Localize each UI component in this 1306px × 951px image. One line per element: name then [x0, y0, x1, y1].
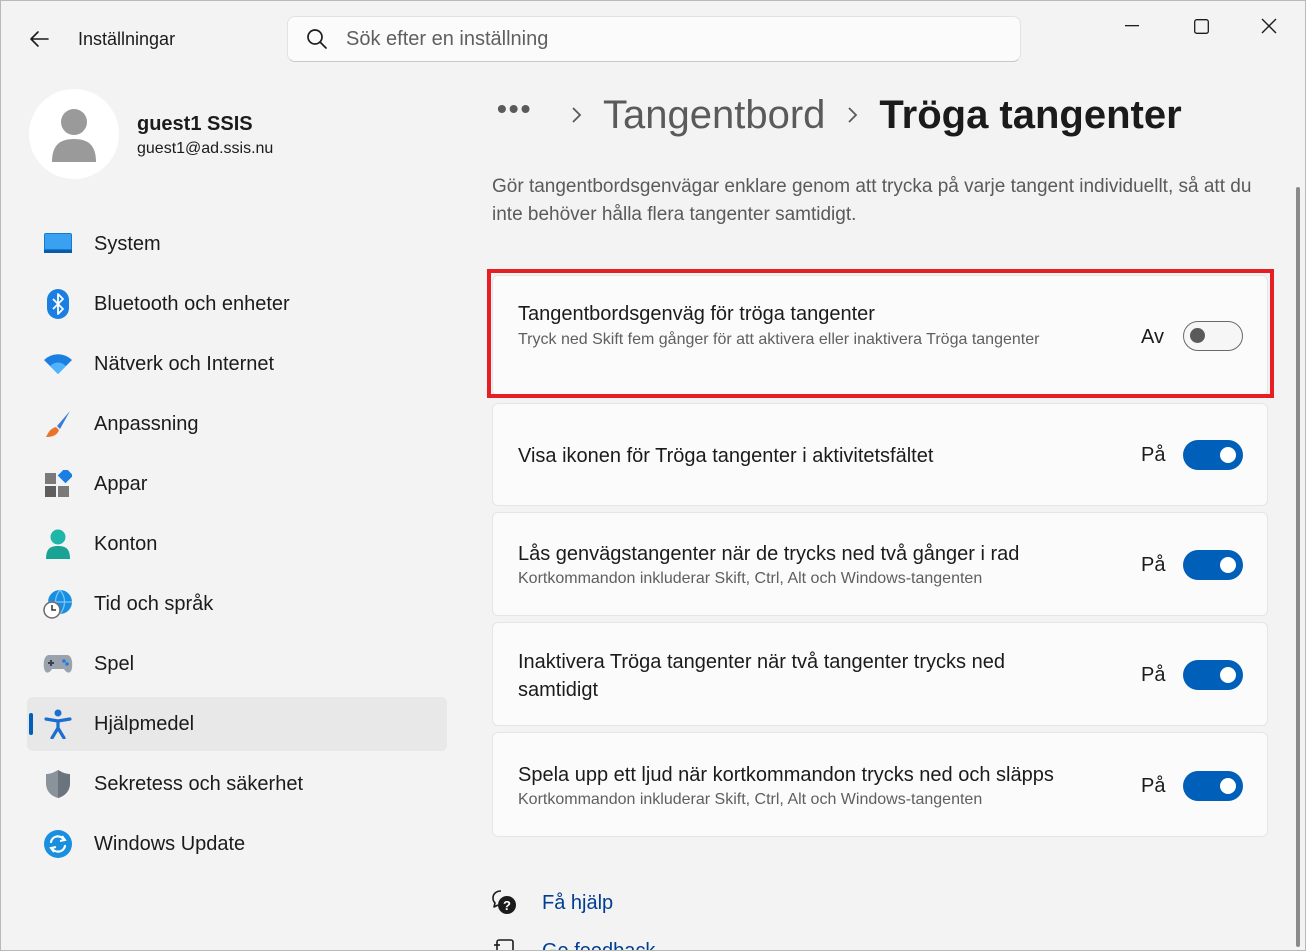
search-input[interactable] [346, 27, 1020, 51]
sidebar-item-time-language[interactable]: Tid och språk [27, 577, 447, 631]
feedback-link[interactable]: Ge feedback [491, 937, 655, 950]
sidebar-item-apps[interactable]: Appar [27, 457, 447, 511]
update-icon [43, 829, 73, 859]
sidebar-item-label: Konton [94, 532, 158, 555]
setting-title: Visa ikonen för Tröga tangenter i aktivi… [518, 445, 934, 467]
highlight-box [487, 269, 1274, 398]
gamepad-icon [43, 649, 73, 679]
help-chat-icon: ? [492, 890, 516, 914]
sidebar-item-gaming[interactable]: Spel [27, 637, 447, 691]
get-help-label[interactable]: Få hjälp [542, 892, 613, 915]
sidebar-item-label: Sekretess och säkerhet [94, 772, 303, 795]
accessibility-icon [43, 709, 73, 739]
sidebar-item-label: Hjälpmedel [94, 712, 195, 735]
setting-card-disable-two-keys: Inaktivera Tröga tangenter när två tange… [492, 622, 1268, 726]
breadcrumb-parent[interactable]: Tangentbord [603, 93, 825, 138]
setting-title: Inaktivera Tröga tangenter när två tange… [518, 651, 1005, 701]
page-title: Tröga tangenter [879, 92, 1182, 137]
user-email: guest1@ad.ssis.nu [137, 140, 274, 157]
show-icon-toggle[interactable] [1183, 440, 1243, 470]
setting-card-play-sound: Spela upp ett ljud när kortkommandon try… [492, 732, 1268, 837]
feedback-label[interactable]: Ge feedback [542, 940, 655, 951]
toggle-state-label: På [1141, 775, 1166, 797]
sidebar-item-bluetooth[interactable]: Bluetooth och enheter [27, 277, 447, 331]
page-description: Gör tangentbordsgenvägar enklare genom a… [492, 176, 1252, 225]
sidebar-item-personalization[interactable]: Anpassning [27, 397, 447, 451]
toggle-state-label: På [1141, 444, 1166, 466]
sidebar-item-label: Anpassning [94, 412, 199, 435]
toggle-knob [1220, 557, 1236, 573]
chevron-right-icon [825, 106, 879, 124]
maximize-button[interactable] [1167, 1, 1235, 51]
sidebar-item-windows-update[interactable]: Windows Update [27, 817, 447, 871]
disable-two-keys-toggle[interactable] [1183, 660, 1243, 690]
wifi-icon [43, 349, 73, 379]
user-name: guest1 SSIS [137, 113, 253, 135]
lock-keys-toggle[interactable] [1183, 550, 1243, 580]
toggle-knob [1220, 778, 1236, 794]
search-box[interactable] [287, 16, 1021, 62]
sidebar-item-system[interactable]: System [27, 217, 447, 271]
sidebar-item-label: Tid och språk [94, 592, 214, 615]
minimize-button[interactable] [1098, 1, 1166, 51]
monitor-icon [43, 229, 73, 259]
chevron-right-icon [549, 106, 603, 124]
app-title: Inställningar [78, 29, 176, 49]
shield-icon [43, 769, 73, 799]
globe-clock-icon [43, 589, 73, 619]
svg-text:?: ? [503, 898, 511, 913]
breadcrumb: ••• Tangentbord Tröga tangenter [497, 87, 1182, 143]
sidebar-item-label: System [94, 232, 161, 255]
close-button[interactable] [1235, 1, 1303, 51]
sidebar-item-privacy[interactable]: Sekretess och säkerhet [27, 757, 447, 811]
sidebar-item-label: Windows Update [94, 832, 246, 855]
setting-title: Spela upp ett ljud när kortkommandon try… [518, 764, 1054, 786]
sidebar-item-accounts[interactable]: Konton [27, 517, 447, 571]
setting-subtitle: Kortkommandon inkluderar Skift, Ctrl, Al… [518, 791, 983, 808]
search-icon [288, 16, 346, 62]
avatar[interactable] [29, 89, 119, 179]
sidebar-item-label: Bluetooth och enheter [94, 292, 290, 315]
user-silhouette-icon [52, 109, 96, 162]
setting-card-show-icon: Visa ikonen för Tröga tangenter i aktivi… [492, 403, 1268, 506]
settings-window: Inställningar guest1 SSIS guest1@ad [0, 0, 1306, 951]
sidebar-item-label: Appar [94, 472, 148, 495]
minimize-icon [1125, 25, 1139, 27]
get-help-link[interactable]: ? Få hjälp [491, 889, 613, 917]
sidebar-nav: System Bluetooth och enheter Nätverk och… [27, 217, 447, 877]
sidebar-item-accessibility[interactable]: Hjälpmedel [27, 697, 447, 751]
toggle-knob [1220, 447, 1236, 463]
setting-title: Lås genvägstangenter när de trycks ned t… [518, 543, 1020, 565]
setting-card-lock-keys: Lås genvägstangenter när de trycks ned t… [492, 512, 1268, 616]
bluetooth-icon [43, 289, 73, 319]
maximize-icon [1193, 18, 1209, 34]
sidebar-item-network[interactable]: Nätverk och Internet [27, 337, 447, 391]
toggle-state-label: På [1141, 664, 1166, 686]
play-sound-toggle[interactable] [1183, 771, 1243, 801]
scrollbar[interactable] [1296, 187, 1300, 947]
back-button[interactable] [19, 21, 59, 57]
close-icon [1261, 18, 1277, 34]
setting-subtitle: Kortkommandon inkluderar Skift, Ctrl, Al… [518, 570, 983, 587]
back-arrow-icon [30, 31, 49, 47]
title-bar: Inställningar [1, 1, 1305, 79]
sidebar-item-label: Nätverk och Internet [94, 352, 275, 375]
toggle-knob [1220, 667, 1236, 683]
feedback-icon [494, 939, 514, 950]
toggle-state-label: På [1141, 554, 1166, 576]
breadcrumb-more-button[interactable]: ••• [497, 93, 549, 125]
sidebar-item-label: Spel [94, 652, 135, 675]
brush-icon [43, 409, 73, 439]
person-icon [43, 529, 73, 559]
apps-icon [43, 469, 73, 499]
